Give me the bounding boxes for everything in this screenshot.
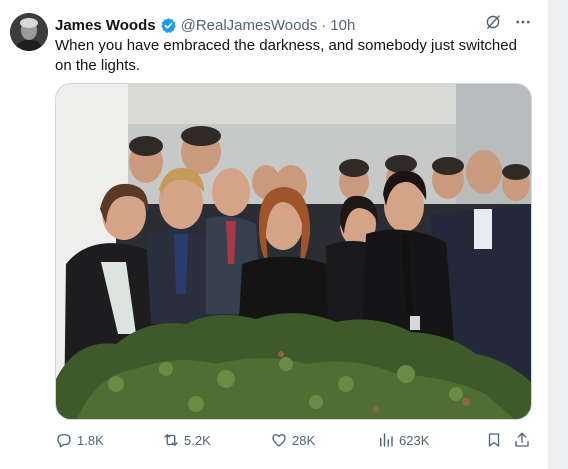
more-icon[interactable] xyxy=(514,13,532,31)
like-count: 28K xyxy=(292,432,316,448)
views-count: 623K xyxy=(399,432,430,448)
retweet-button[interactable]: 5.2K xyxy=(162,428,211,452)
tweet-photo[interactable] xyxy=(55,83,532,420)
tweet-timestamp[interactable]: 10h xyxy=(330,17,355,34)
like-button[interactable]: 28K xyxy=(270,428,315,452)
bookmark-icon xyxy=(485,431,503,449)
author-name[interactable]: James Woods xyxy=(55,17,156,34)
retweet-count: 5.2K xyxy=(184,432,211,448)
retweet-icon xyxy=(162,431,180,449)
share-icon xyxy=(513,431,531,449)
like-icon xyxy=(270,431,288,449)
separator-dot: · xyxy=(321,16,327,34)
reply-count: 1.8K xyxy=(77,432,104,448)
page-background-strip xyxy=(548,0,568,469)
tweet-header: James Woods @RealJamesWoods · 10h xyxy=(55,15,355,35)
bookmark-button[interactable] xyxy=(485,428,503,452)
reply-button[interactable]: 1.8K xyxy=(55,428,104,452)
tweet-text: When you have embraced the darkness, and… xyxy=(55,37,517,74)
author-handle[interactable]: @RealJamesWoods xyxy=(181,17,318,34)
reply-icon xyxy=(55,431,73,449)
tweet-card: James Woods @RealJamesWoods · 10h When y xyxy=(0,0,548,469)
grok-icon[interactable] xyxy=(484,13,502,31)
tweet-action-bar: 1.8K 5.2K 28K 623K xyxy=(55,428,533,452)
verified-badge-icon xyxy=(160,17,177,34)
avatar[interactable] xyxy=(10,13,48,51)
tweet-top-actions xyxy=(484,13,532,31)
views-icon xyxy=(377,431,395,449)
views-button[interactable]: 623K xyxy=(377,428,429,452)
share-button[interactable] xyxy=(513,428,531,452)
